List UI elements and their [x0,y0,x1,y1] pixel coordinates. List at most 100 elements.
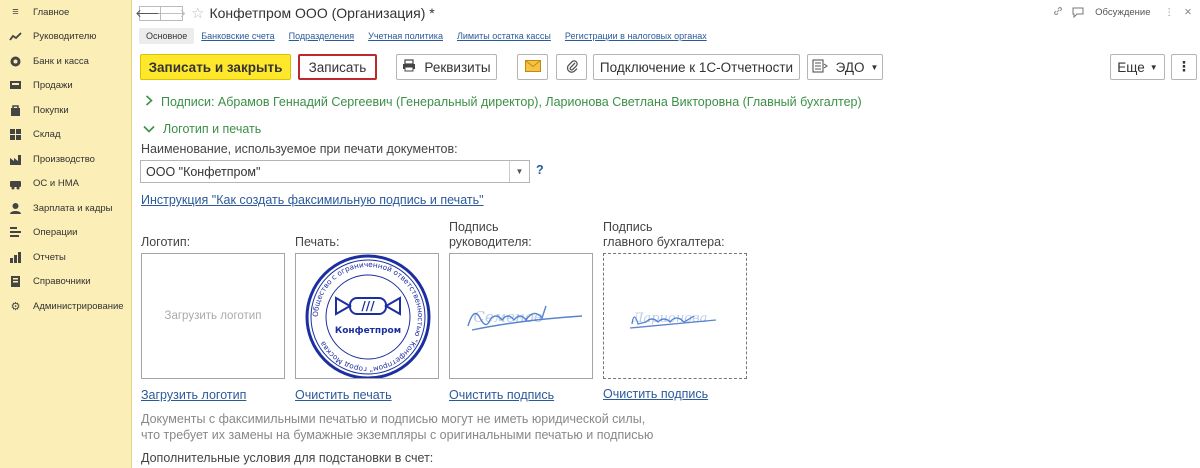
sidebar-item-purchases[interactable]: Покупки [0,98,131,123]
sidebar-item-label: Руководителю [33,31,97,43]
sidebar-item-manager[interactable]: Руководителю [0,25,131,50]
sidebar-item-salary[interactable]: Зарплата и кадры [0,196,131,221]
save-button[interactable]: Записать [298,54,377,80]
accountant-signature-image[interactable]: Ларионова [603,253,747,379]
title-row: 🡐 🡒 ☆ Конфетпром ООО (Организация) * [135,4,435,22]
director-signature-label: Подпись руководителя: [449,220,532,250]
operations-icon [9,226,22,239]
paperclip-icon [566,58,578,76]
form-menu-button[interactable]: ⋮ [1171,54,1197,80]
arrow-right-icon: 🡒 [156,8,187,20]
tab-main[interactable]: Основное [139,28,195,44]
assets-icon [9,177,22,190]
sidebar-item-label: Склад [33,129,61,141]
extra-conditions-label: Дополнительные условия для подстановки в… [141,451,434,465]
director-signature-label-line1: Подпись [449,220,499,234]
director-signature-text: Семенов [473,308,543,326]
favorite-star-icon[interactable]: ☆ [191,4,204,22]
discussion-button[interactable]: Обсуждение [1072,7,1151,18]
signatures-label: Подписи: Абрамов Геннадий Сергеевич (Ген… [161,94,862,109]
accountant-signature-text: Ларионова [632,311,708,326]
accountant-signature-label-line2: главного бухгалтера: [603,235,725,249]
sidebar-item-operations[interactable]: Операции [0,221,131,246]
legal-note: Документы с факсимильными печатью и подп… [141,411,653,443]
director-signature-graphic: Семенов [467,305,583,331]
sidebar-item-label: Покупки [33,104,69,116]
sidebar: ≡ Главное Руководителю Банк и касса Прод… [0,0,132,468]
stamp-graphic: Общество с ограниченной ответственностью… [305,254,431,378]
clear-director-signature-link[interactable]: Очистить подпись [449,388,554,402]
tab-tax-registrations[interactable]: Регистрации в налоговых органах [558,28,714,44]
more-button[interactable]: Еще ▼ [1110,54,1165,80]
reports-icon [9,251,22,264]
sidebar-item-bank[interactable]: Банк и касса [0,49,131,74]
sidebar-item-label: Операции [33,227,78,239]
book-icon [9,275,22,288]
sidebar-item-production[interactable]: Производство [0,147,131,172]
tab-cash-limits[interactable]: Лимиты остатка кассы [450,28,558,44]
sidebar-item-label: ОС и НМА [33,178,79,190]
stamp-image[interactable]: Общество с ограниченной ответственностью… [295,253,439,379]
stamp-name: Конфетпром [335,326,401,336]
factory-icon [9,153,22,166]
sidebar-item-label: Справочники [33,276,91,288]
logo-section-label: Логотип и печать [163,121,262,136]
clear-accountant-signature-link[interactable]: Очистить подпись [603,387,708,401]
signatures-section[interactable]: Подписи: Абрамов Геннадий Сергеевич (Ген… [145,94,862,109]
connect-1c-reporting-button[interactable]: Подключение к 1С-Отчетности [593,54,800,80]
forward-button[interactable]: 🡒 [157,5,186,21]
edo-label: ЭДО [835,59,865,75]
logo-placeholder: Загрузить логотип [164,310,262,322]
close-icon[interactable]: ✕ [1184,7,1192,18]
tab-bank-accounts[interactable]: Банковские счета [194,28,281,44]
tab-accounting-policy[interactable]: Учетная политика [361,28,450,44]
save-and-close-button[interactable]: Записать и закрыть [140,54,291,80]
sidebar-item-sales[interactable]: Продажи [0,74,131,99]
sidebar-item-catalogs[interactable]: Справочники [0,270,131,295]
more-icon[interactable]: ⋮ [1165,7,1175,18]
header-actions: Обсуждение ⋮ ✕ [1044,5,1192,20]
instruction-link[interactable]: Инструкция "Как создать факсимильную под… [141,193,484,207]
accountant-signature-label: Подпись главного бухгалтера: [603,220,725,250]
cart-icon [9,79,22,92]
sidebar-item-admin[interactable]: ⚙ Администрирование [0,294,131,319]
edo-icon [812,58,828,76]
logo-image[interactable]: Загрузить логотип [141,253,285,379]
envelope-icon [524,59,541,75]
stamp-candy-stripes: /// [361,299,375,313]
director-signature-label-line2: руководителя: [449,235,532,249]
sidebar-item-warehouse[interactable]: Склад [0,123,131,148]
stamp-ring-text: Общество с ограниченной ответственностью… [311,260,425,374]
tab-bar: Основное Банковские счета Подразделения … [139,28,714,44]
bag-icon [9,104,22,117]
chart-icon [9,30,22,43]
tab-departments[interactable]: Подразделения [282,28,361,44]
accountant-signature-label-line1: Подпись [603,220,653,234]
email-button[interactable] [517,54,548,80]
sidebar-item-label: Администрирование [33,300,124,312]
stamp-label: Печать: [295,235,340,249]
sidebar-item-main[interactable]: ≡ Главное [0,0,131,25]
link-icon[interactable] [1052,5,1064,20]
print-name-value: ООО "Конфетпром" [146,164,261,179]
upload-logo-link[interactable]: Загрузить логотип [141,388,246,402]
logo-label: Логотип: [141,235,191,249]
menu-icon: ≡ [12,6,19,19]
help-icon[interactable]: ? [536,163,544,177]
sidebar-item-reports[interactable]: Отчеты [0,245,131,270]
sidebar-item-label: Банк и касса [33,55,89,67]
logo-section[interactable]: Логотип и печать [143,121,261,136]
sidebar-item-label: Главное [33,6,70,18]
dropdown-arrow-icon[interactable]: ▼ [509,161,529,182]
page-title: Конфетпром ООО (Организация) * [209,5,435,21]
requisites-button[interactable]: Реквизиты [396,54,497,80]
person-icon [9,202,22,215]
director-signature-image[interactable]: Семенов [449,253,593,379]
legal-note-line1: Документы с факсимильными печатью и подп… [141,412,646,426]
sidebar-item-assets[interactable]: ОС и НМА [0,172,131,197]
clear-stamp-link[interactable]: Очистить печать [295,388,392,402]
edo-button[interactable]: ЭДО ▼ [807,54,883,80]
printer-icon [402,59,416,75]
attachment-button[interactable] [556,54,587,80]
print-name-field[interactable]: ООО "Конфетпром" ▼ [140,160,530,183]
